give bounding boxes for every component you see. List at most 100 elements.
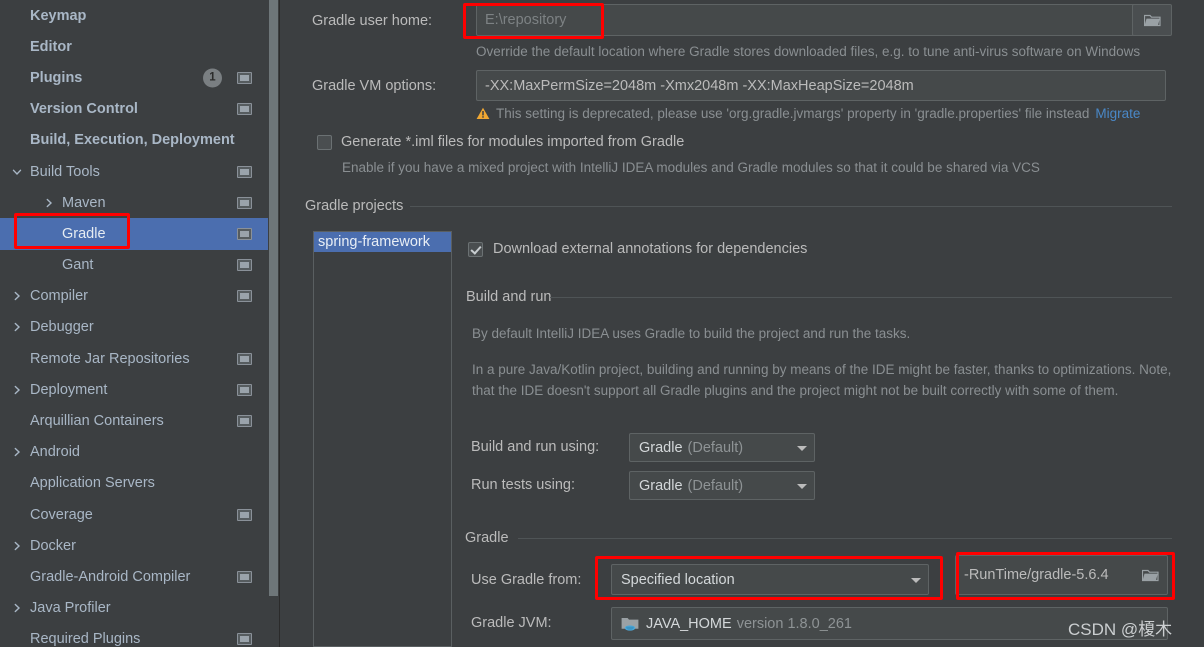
gradle-user-home-input[interactable]: E:\repository — [476, 4, 1156, 36]
build-and-run-group-line — [550, 297, 1172, 298]
project-scope-icon — [237, 383, 252, 396]
sidebar-item-label: Debugger — [30, 319, 94, 336]
sidebar-item-arquillian-containers[interactable]: Arquillian Containers — [0, 405, 268, 436]
gradle-vm-options-label: Gradle VM options: — [312, 78, 437, 94]
run-tests-using-value-suffix: (Default) — [687, 477, 744, 494]
sidebar-item-label: Application Servers — [30, 475, 155, 492]
gradle-vm-options-input[interactable]: -XX:MaxPermSize=2048m -Xmx2048m -XX:MaxH… — [476, 70, 1166, 101]
sidebar-item-deployment[interactable]: Deployment — [0, 374, 268, 405]
sidebar-item-label: Build Tools — [30, 163, 100, 180]
project-scope-icon — [237, 633, 252, 646]
project-scope-icon — [237, 259, 252, 272]
list-item[interactable]: spring-framework — [314, 232, 451, 252]
gradle-projects-group-title: Gradle projects — [305, 198, 404, 214]
project-scope-icon — [237, 415, 252, 428]
settings-dialog: Keymap Editor Plugins 1 Version Control Build… — [0, 0, 1204, 647]
gradle-home-path-value: -RunTime/gradle-5.6.4 — [964, 567, 1109, 583]
gradle-projects-list[interactable]: spring-framework — [313, 231, 452, 647]
sidebar-item-gradle-android-compiler[interactable]: Gradle-Android Compiler — [0, 561, 268, 592]
sidebar-item-editor[interactable]: Editor — [0, 31, 268, 62]
sidebar-item-label: Arquillian Containers — [30, 413, 164, 430]
use-gradle-from-dropdown[interactable]: Specified location — [611, 564, 929, 595]
run-tests-using-dropdown[interactable]: Gradle (Default) — [629, 471, 815, 500]
sidebar-item-label: Required Plugins — [30, 631, 141, 647]
gradle-jvm-value-suffix: version 1.8.0_261 — [736, 615, 852, 632]
sidebar-item-compiler[interactable]: Compiler — [0, 281, 268, 312]
java-folder-icon — [621, 616, 639, 631]
sidebar-item-label: Gradle — [62, 225, 106, 242]
sidebar-item-required-plugins[interactable]: Required Plugins — [0, 624, 268, 647]
sidebar-item-build-execution-deployment[interactable]: Build, Execution, Deployment — [0, 125, 268, 156]
gradle-user-home-hint: Override the default location where Grad… — [476, 44, 1141, 59]
sidebar-item-gradle[interactable]: Gradle — [0, 218, 268, 250]
gradle-jvm-value: JAVA_HOME — [646, 615, 732, 632]
sidebar-item-gant[interactable]: Gant — [0, 250, 268, 281]
sidebar-item-label: Java Profiler — [30, 600, 111, 617]
build-run-using-dropdown[interactable]: Gradle (Default) — [629, 433, 815, 462]
sidebar-item-label: Plugins — [30, 69, 83, 86]
chevron-down-icon — [796, 440, 808, 456]
gradle-user-home-value: E:\repository — [485, 12, 567, 28]
sidebar-item-coverage[interactable]: Coverage — [0, 499, 268, 530]
chevron-right-icon[interactable] — [10, 385, 24, 395]
chevron-right-icon[interactable] — [10, 541, 24, 551]
sidebar-item-keymap[interactable]: Keymap — [0, 0, 268, 31]
project-scope-icon — [237, 165, 252, 178]
generate-iml-hint: Enable if you have a mixed project with … — [342, 160, 1040, 175]
gradle-user-home-label: Gradle user home: — [312, 13, 433, 29]
sidebar-item-maven[interactable]: Maven — [0, 187, 268, 218]
sidebar-item-android[interactable]: Android — [0, 437, 268, 468]
sidebar-item-label: Compiler — [30, 288, 89, 305]
sidebar-item-application-servers[interactable]: Application Servers — [0, 468, 268, 499]
gradle-home-path-input[interactable]: -RunTime/gradle-5.6.4 — [955, 555, 1168, 595]
sidebar-item-java-profiler[interactable]: Java Profiler — [0, 593, 268, 624]
gradle-vm-options-warning-text: This setting is deprecated, please use '… — [496, 106, 1090, 121]
gradle-settings-panel: Gradle user home: E:\repository Override… — [280, 0, 1204, 647]
generate-iml-label: Generate *.iml files for modules importe… — [341, 134, 685, 150]
project-scope-icon — [237, 508, 252, 521]
project-scope-icon — [237, 103, 252, 116]
generate-iml-checkbox-row[interactable]: Generate *.iml files for modules importe… — [317, 134, 684, 150]
project-scope-icon — [237, 570, 252, 583]
use-gradle-from-value: Specified location — [621, 571, 735, 588]
sidebar-item-label: Docker — [30, 537, 76, 554]
download-annotations-row[interactable]: Download external annotations for depend… — [468, 241, 807, 257]
sidebar-item-version-control[interactable]: Version Control — [0, 94, 268, 125]
build-run-using-value: Gradle — [639, 439, 683, 456]
sidebar-item-label: Deployment — [30, 381, 108, 398]
project-scope-icon — [237, 196, 252, 209]
gradle-vm-options-value: -XX:MaxPermSize=2048m -Xmx2048m -XX:MaxH… — [485, 77, 914, 94]
chevron-right-icon[interactable] — [10, 447, 24, 457]
build-and-run-paragraph-2: In a pure Java/Kotlin project, building … — [472, 362, 1172, 398]
chevron-right-icon[interactable] — [10, 603, 24, 613]
download-annotations-checkbox[interactable] — [468, 241, 483, 257]
chevron-right-icon[interactable] — [10, 322, 24, 332]
sidebar-item-plugins[interactable]: Plugins 1 — [0, 62, 268, 93]
sidebar-item-badge: 1 — [203, 68, 222, 88]
sidebar-item-label: Build, Execution, Deployment — [30, 132, 235, 149]
gradle-projects-group-line — [410, 206, 1172, 207]
sidebar-item-remote-jar-repositories[interactable]: Remote Jar Repositories — [0, 343, 268, 374]
generate-iml-checkbox[interactable] — [317, 134, 332, 150]
warning-triangle-icon — [476, 107, 490, 120]
chevron-down-icon — [910, 572, 922, 588]
build-and-run-group-title: Build and run — [466, 289, 552, 305]
sidebar-item-label: Editor — [30, 38, 72, 55]
folder-icon[interactable] — [1141, 569, 1159, 582]
chevron-right-icon[interactable] — [42, 198, 56, 208]
sidebar-item-docker[interactable]: Docker — [0, 530, 268, 561]
sidebar-item-build-tools[interactable]: Build Tools — [0, 156, 268, 187]
chevron-down-icon[interactable] — [10, 167, 24, 177]
sidebar-scrollbar-thumb[interactable] — [269, 0, 278, 596]
settings-sidebar[interactable]: Keymap Editor Plugins 1 Version Control Build… — [0, 0, 268, 647]
use-gradle-from-label: Use Gradle from: — [471, 572, 582, 588]
gradle-user-home-browse-button[interactable] — [1132, 4, 1172, 36]
migrate-link[interactable]: Migrate — [1095, 106, 1140, 121]
sidebar-item-label: Android — [30, 444, 80, 461]
sidebar-item-label: Coverage — [30, 506, 93, 523]
chevron-right-icon[interactable] — [10, 291, 24, 301]
sidebar-item-label: Maven — [62, 194, 106, 211]
sidebar-item-debugger[interactable]: Debugger — [0, 312, 268, 343]
gradle-jvm-label: Gradle JVM: — [471, 615, 552, 631]
build-run-using-value-suffix: (Default) — [687, 439, 744, 456]
